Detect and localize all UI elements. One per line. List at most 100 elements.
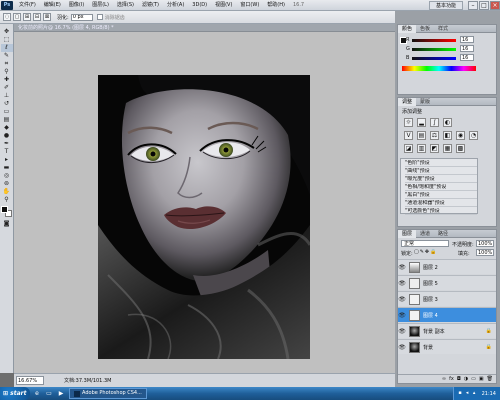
antialias-checkbox[interactable] <box>96 14 103 20</box>
opacity-field[interactable]: 100% <box>476 240 494 247</box>
new-group-icon[interactable]: ▭ <box>471 376 476 382</box>
zoom-tool-icon[interactable]: ⚲ <box>1 196 13 204</box>
link-layers-icon[interactable]: ∞ <box>442 376 446 382</box>
channel-g-slider[interactable] <box>412 48 456 51</box>
3d-rotate-tool-icon[interactable]: ◎ <box>1 172 13 180</box>
preset-hue-saturation[interactable]: "色相/饱和度"预设 <box>405 184 477 191</box>
desktop-quicklaunch-icon[interactable]: ▭ <box>44 389 54 398</box>
photo-filter-icon[interactable]: ◉ <box>456 131 465 140</box>
blend-mode-select[interactable]: 正常 <box>401 240 449 247</box>
layer-name[interactable]: 背景 <box>423 344 433 351</box>
new-layer-icon[interactable]: ▣ <box>479 376 484 382</box>
add-selection-icon[interactable]: ⊞ <box>23 13 31 21</box>
invert-icon[interactable]: ◪ <box>404 144 413 153</box>
tab-paths[interactable]: 路径 <box>434 230 452 238</box>
visibility-eye-icon[interactable]: 👁 <box>398 280 406 287</box>
menu-analysis[interactable]: 分析(A) <box>163 0 188 11</box>
eraser-tool-icon[interactable]: ▭ <box>1 108 13 116</box>
layer-row-3[interactable]: 👁 图层 3 <box>398 291 496 306</box>
clone-stamp-tool-icon[interactable]: ⊥ <box>1 92 13 100</box>
layer-name[interactable]: 图层 4 <box>423 312 438 319</box>
shape-tool-icon[interactable]: ▬ <box>1 164 13 172</box>
visibility-eye-icon[interactable]: 👁 <box>398 312 406 319</box>
preset-levels[interactable]: "色阶"预设 <box>405 160 477 167</box>
volume-icon[interactable]: ◂ <box>465 391 470 396</box>
trash-icon[interactable]: 🗑 <box>487 376 493 382</box>
tab-channels[interactable]: 通道 <box>416 230 434 238</box>
feather-input[interactable] <box>70 13 93 21</box>
canvas-area[interactable] <box>14 32 395 373</box>
menu-3d[interactable]: 3D(D) <box>188 0 211 11</box>
menu-filter[interactable]: 滤镜(T) <box>138 0 163 11</box>
menu-image[interactable]: 图像(I) <box>65 0 88 11</box>
new-selection-icon[interactable]: ▢ <box>13 13 21 21</box>
hue-saturation-icon[interactable]: ▤ <box>417 131 426 140</box>
menu-file[interactable]: 文件(F) <box>15 0 40 11</box>
zoom-menu[interactable]: 16.7 <box>289 0 308 11</box>
marquee-tool-icon[interactable]: ⬚ <box>1 36 13 44</box>
type-tool-icon[interactable]: T <box>1 148 13 156</box>
minimize-button[interactable]: – <box>468 0 478 10</box>
quick-mask-icon[interactable]: ◙ <box>1 220 13 228</box>
tab-styles[interactable]: 样式 <box>434 25 452 33</box>
curves-icon[interactable]: ∫ <box>430 118 439 127</box>
black-white-icon[interactable]: ◧ <box>443 131 452 140</box>
visibility-eye-icon[interactable]: 👁 <box>398 328 406 335</box>
channel-b-value[interactable]: 16 <box>460 54 474 61</box>
history-brush-tool-icon[interactable]: ↺ <box>1 100 13 108</box>
intersect-selection-icon[interactable]: ⊠ <box>43 13 51 21</box>
layer-name[interactable]: 图层 3 <box>423 296 438 303</box>
channel-b-slider[interactable] <box>412 57 456 60</box>
lasso-tool-icon[interactable]: ℓ <box>0 44 13 52</box>
threshold-icon[interactable]: ◩ <box>430 144 439 153</box>
add-mask-icon[interactable]: ◘ <box>457 376 461 382</box>
brush-tool-icon[interactable]: ✐ <box>1 84 13 92</box>
portrait-image[interactable] <box>98 75 310 359</box>
preset-exposure[interactable]: "曝光度"预设 <box>405 176 477 183</box>
network-icon[interactable]: ▪ <box>458 391 463 396</box>
layer-name[interactable]: 图层 2 <box>423 264 438 271</box>
menu-layer[interactable]: 图层(L) <box>88 0 113 11</box>
3d-orbit-tool-icon[interactable]: ⊚ <box>1 180 13 188</box>
posterize-icon[interactable]: ▥ <box>417 144 426 153</box>
layer-name[interactable]: 图层 5 <box>423 280 438 287</box>
layer-row-background[interactable]: 👁 背景 🔒 <box>398 339 496 354</box>
tab-color[interactable]: 颜色 <box>398 24 417 33</box>
brightness-contrast-icon[interactable]: ☼ <box>404 118 413 127</box>
visibility-eye-icon[interactable]: 👁 <box>398 296 406 303</box>
move-tool-icon[interactable]: ✥ <box>1 28 13 36</box>
media-quicklaunch-icon[interactable]: ▶ <box>56 389 66 398</box>
path-select-tool-icon[interactable]: ▸ <box>1 156 13 164</box>
color-balance-icon[interactable]: ⚖ <box>430 131 439 140</box>
foreground-color-swatch[interactable] <box>1 206 8 213</box>
crop-tool-icon[interactable]: ⌗ <box>1 60 13 68</box>
shield-icon[interactable]: ▴ <box>472 391 477 396</box>
layer-row-5[interactable]: 👁 图层 5 <box>398 275 496 290</box>
exposure-icon[interactable]: ◐ <box>443 118 452 127</box>
menu-view[interactable]: 视图(V) <box>211 0 236 11</box>
vibrance-icon[interactable]: V <box>404 131 413 140</box>
preset-selective-color[interactable]: "可选颜色"预设 <box>405 208 477 215</box>
selective-color-icon[interactable]: ▩ <box>456 144 465 153</box>
blur-tool-icon[interactable]: ◆ <box>1 124 13 132</box>
quick-select-tool-icon[interactable]: ✎ <box>1 52 13 60</box>
document-tab[interactable]: 化妆前的照片@ 16.7% (图层 4, RGB/8) * <box>14 24 395 32</box>
levels-icon[interactable]: ▂ <box>417 118 426 127</box>
clock[interactable]: 21:14 <box>482 391 496 397</box>
tab-masks[interactable]: 蒙版 <box>416 98 434 106</box>
channel-r-slider[interactable] <box>412 39 456 42</box>
workspace-switcher[interactable]: 基本功能 <box>428 0 463 10</box>
gradient-map-icon[interactable]: ▦ <box>443 144 452 153</box>
layer-style-icon[interactable]: fx <box>449 376 454 382</box>
dodge-tool-icon[interactable]: ● <box>1 132 13 140</box>
visibility-eye-icon[interactable]: 👁 <box>398 264 406 271</box>
taskbar-photoshop-button[interactable]: Adobe Photoshop CS4... <box>69 388 147 399</box>
menu-help[interactable]: 帮助(H) <box>263 0 289 11</box>
pen-tool-icon[interactable]: ✒ <box>1 140 13 148</box>
close-button[interactable]: × <box>490 0 500 10</box>
menu-edit[interactable]: 编辑(E) <box>40 0 65 11</box>
ie-quicklaunch-icon[interactable]: e <box>32 389 42 398</box>
preset-curves[interactable]: "曲线"预设 <box>405 168 477 175</box>
channel-r-value[interactable]: 16 <box>460 36 474 43</box>
menu-window[interactable]: 窗口(W) <box>236 0 263 11</box>
